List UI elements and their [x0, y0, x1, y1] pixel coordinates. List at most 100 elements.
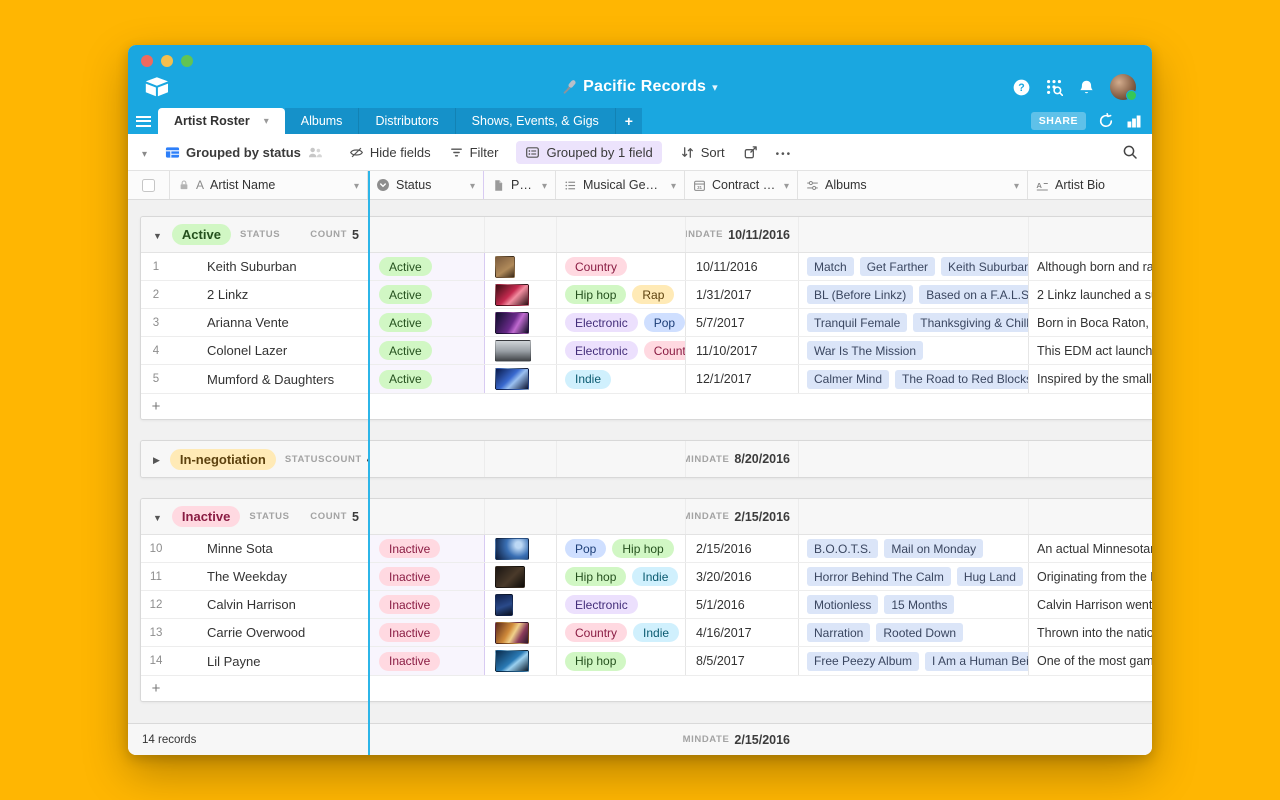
collapse-group-caret-icon[interactable] — [153, 226, 162, 244]
contract-end-cell[interactable]: 5/1/2016 — [686, 591, 799, 618]
albums-cell[interactable]: B.O.O.T.S.Mail on Monday — [799, 535, 1029, 562]
photo-cell[interactable] — [485, 365, 557, 393]
genres-cell[interactable]: ElectronicPop — [557, 309, 686, 336]
column-menu-caret-icon[interactable] — [470, 178, 475, 192]
contract-end-cell[interactable]: 10/11/2016 — [686, 253, 799, 280]
column-header-photo[interactable]: Pho... — [484, 171, 556, 199]
history-icon[interactable] — [1098, 113, 1114, 129]
status-cell[interactable]: Active — [369, 365, 485, 393]
artist-name-cell[interactable]: The Weekday — [171, 563, 369, 590]
group-button[interactable]: Grouped by 1 field — [516, 141, 661, 164]
select-all-checkbox[interactable] — [142, 179, 155, 192]
contract-end-cell[interactable]: 11/10/2017 — [686, 337, 799, 364]
more-options-icon[interactable] — [776, 145, 793, 160]
albums-cell[interactable]: MatchGet FartherKeith Suburban in — [799, 253, 1029, 280]
bio-cell[interactable]: Inspired by the small r — [1029, 365, 1152, 393]
help-icon[interactable]: ? — [1013, 79, 1030, 96]
artist-name-cell[interactable]: 2 Linkz — [171, 281, 369, 308]
base-menu-caret-icon[interactable] — [706, 78, 718, 95]
tab-distributors[interactable]: Distributors — [359, 108, 455, 134]
group-value-pill[interactable]: In-negotiation — [170, 449, 276, 470]
add-table-button[interactable] — [616, 108, 642, 134]
add-row-button[interactable] — [141, 675, 1152, 701]
column-header-contract-end[interactable]: 31 Contract End — [685, 171, 798, 199]
bio-cell[interactable]: Born in Boca Raton, Fl — [1029, 309, 1152, 336]
group-value-pill[interactable]: Inactive — [172, 506, 240, 527]
bio-cell[interactable]: An actual Minnesotan, — [1029, 535, 1152, 562]
genres-cell[interactable]: Country — [557, 253, 686, 280]
albums-cell[interactable]: NarrationRooted Down — [799, 619, 1029, 646]
close-window-button[interactable] — [141, 55, 153, 67]
sort-button[interactable]: Sort — [680, 145, 725, 160]
filter-button[interactable]: Filter — [449, 145, 499, 160]
contract-end-cell[interactable]: 12/1/2017 — [686, 365, 799, 393]
artist-name-cell[interactable]: Lil Payne — [171, 647, 369, 675]
photo-cell[interactable] — [485, 309, 557, 336]
bio-cell[interactable]: 2 Linkz launched a suc — [1029, 281, 1152, 308]
genres-cell[interactable]: Indie — [557, 365, 686, 393]
albums-cell[interactable]: Horror Behind The CalmHug Land — [799, 563, 1029, 590]
photo-cell[interactable] — [485, 337, 557, 364]
photo-cell[interactable] — [485, 535, 557, 562]
artist-name-cell[interactable]: Carrie Overwood — [171, 619, 369, 646]
tab-artist-roster[interactable]: Artist Roster — [158, 108, 285, 134]
albums-cell[interactable]: Motionless15 Months — [799, 591, 1029, 618]
view-stats-icon[interactable] — [1126, 113, 1142, 129]
column-header-artist-bio[interactable]: A Artist Bio — [1028, 171, 1152, 199]
share-button[interactable]: SHARE — [1031, 112, 1086, 130]
bio-cell[interactable]: Thrown into the nation — [1029, 619, 1152, 646]
tab-albums[interactable]: Albums — [285, 108, 360, 134]
tab-shows-events-gigs[interactable]: Shows, Events, & Gigs — [456, 108, 616, 134]
status-cell[interactable]: Inactive — [369, 535, 485, 562]
albums-cell[interactable]: Calmer MindThe Road to Red Blocks — [799, 365, 1029, 393]
status-cell[interactable]: Inactive — [369, 563, 485, 590]
genres-cell[interactable]: Hip hopIndie — [557, 563, 686, 590]
column-menu-caret-icon[interactable] — [1014, 178, 1019, 192]
collapse-group-caret-icon[interactable] — [153, 508, 162, 526]
bio-cell[interactable]: Although born and rais — [1029, 253, 1152, 280]
genres-cell[interactable]: ElectronicCountry — [557, 337, 686, 364]
bio-cell[interactable]: Originating from the B — [1029, 563, 1152, 590]
artist-name-cell[interactable]: Keith Suburban — [171, 253, 369, 280]
add-row-button[interactable] — [141, 393, 1152, 419]
artist-name-cell[interactable]: Arianna Vente — [171, 309, 369, 336]
bio-cell[interactable]: Calvin Harrison went f — [1029, 591, 1152, 618]
contract-end-cell[interactable]: 3/20/2016 — [686, 563, 799, 590]
zoom-window-button[interactable] — [181, 55, 193, 67]
user-avatar[interactable] — [1110, 74, 1136, 100]
photo-cell[interactable] — [485, 563, 557, 590]
photo-cell[interactable] — [485, 281, 557, 308]
column-header-artist-name[interactable]: A Artist Name — [170, 171, 368, 199]
column-menu-caret-icon[interactable] — [542, 178, 547, 192]
status-cell[interactable]: Active — [369, 337, 485, 364]
marketplace-grid-search-icon[interactable] — [1045, 78, 1063, 96]
albums-cell[interactable]: War Is The Mission — [799, 337, 1029, 364]
expand-group-caret-icon[interactable] — [153, 450, 160, 468]
hide-fields-button[interactable]: Hide fields — [349, 145, 431, 160]
base-title[interactable]: Pacific Records — [128, 78, 1152, 96]
column-header-musical-genres[interactable]: Musical Genres — [556, 171, 685, 199]
photo-cell[interactable] — [485, 253, 557, 280]
frozen-column-divider[interactable] — [368, 171, 370, 755]
genres-cell[interactable]: Hip hop — [557, 647, 686, 675]
column-menu-caret-icon[interactable] — [671, 178, 676, 192]
column-menu-caret-icon[interactable] — [354, 178, 359, 192]
artist-name-cell[interactable]: Colonel Lazer — [171, 337, 369, 364]
artist-name-cell[interactable]: Calvin Harrison — [171, 591, 369, 618]
status-cell[interactable]: Active — [369, 253, 485, 280]
search-icon[interactable] — [1122, 144, 1138, 160]
status-cell[interactable]: Inactive — [369, 591, 485, 618]
minimize-window-button[interactable] — [161, 55, 173, 67]
albums-cell[interactable]: Tranquil FemaleThanksgiving & Chill — [799, 309, 1029, 336]
row-height-share-view-button[interactable] — [743, 145, 758, 160]
photo-cell[interactable] — [485, 647, 557, 675]
contract-end-cell[interactable]: 1/31/2017 — [686, 281, 799, 308]
view-switcher[interactable]: Grouped by status — [165, 145, 323, 160]
photo-cell[interactable] — [485, 619, 557, 646]
artist-name-cell[interactable]: Mumford & Daughters — [171, 365, 369, 393]
contract-end-cell[interactable]: 8/5/2017 — [686, 647, 799, 675]
status-cell[interactable]: Active — [369, 281, 485, 308]
genres-cell[interactable]: PopHip hop — [557, 535, 686, 562]
genres-cell[interactable]: Hip hopRap — [557, 281, 686, 308]
artist-name-cell[interactable]: Minne Sota — [171, 535, 369, 562]
